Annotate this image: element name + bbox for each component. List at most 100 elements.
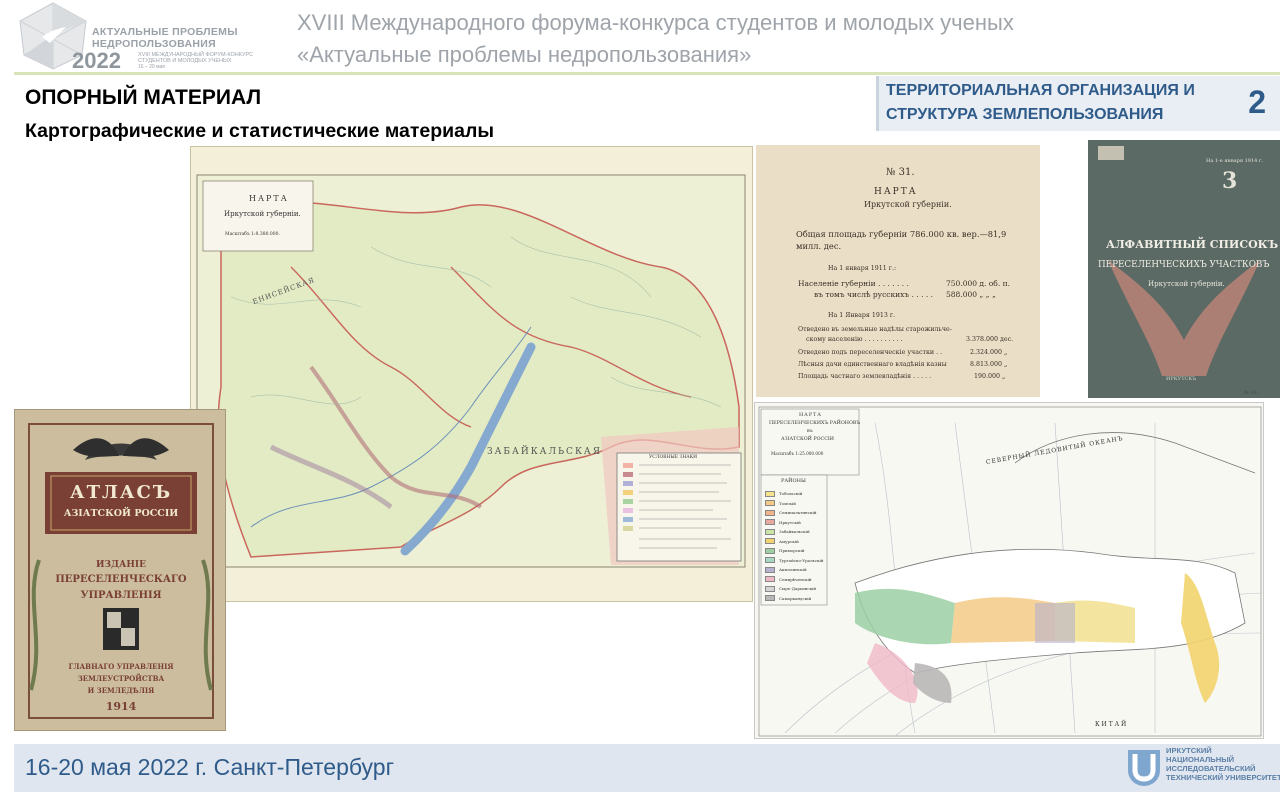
legend-swatch	[765, 509, 775, 516]
stats-area-line2: милл. дес.	[796, 241, 842, 251]
resettlement-legend-item: Тургайско-Уральскій	[765, 556, 825, 565]
university-line-1: ИРКУТСКИЙ	[1166, 746, 1212, 755]
legend-label: Тургайско-Уральскій	[779, 557, 824, 563]
stats-allotted-value: 3.378.000 дес.	[966, 336, 1014, 343]
irkutsk-statistics-card: № 31. НАРТА Иркутской губерніи. Общая пл…	[756, 145, 1040, 397]
legend-swatch	[765, 547, 775, 554]
resettlement-title-line2: ПЕРЕСЕЛЕНЧЕСКИХЪ РАЙОНОВЪ	[769, 421, 861, 426]
legend-swatch	[765, 576, 775, 582]
stats-year-1913: На 1 Января 1913 г.	[828, 312, 896, 319]
resettlement-legend-item: Акмолинскій	[765, 565, 825, 574]
logo-line-1: АКТУАЛЬНЫЕ ПРОБЛЕМЫ	[92, 26, 238, 38]
alphabet-subtitle: Иркутской губерніи.	[1148, 280, 1225, 288]
atlas-dept-line1: ГЛАВНАГО УПРАВЛЕНІЯ	[68, 662, 174, 671]
resettlement-china-label: К И Т А Й	[1095, 721, 1127, 728]
atlas-title-line2: АЗІАТСКОЙ РОССІИ	[63, 508, 179, 519]
page-subtitle: Картографические и статистические матери…	[25, 120, 495, 142]
university-emblem-icon	[1128, 750, 1160, 786]
stats-forest-value: 8.813.000 „	[970, 361, 1008, 368]
atlas-dept-line3: И ЗЕМЛЕДѢЛІЯ	[87, 686, 155, 695]
university-line-4: ТЕХНИЧЕСКИЙ УНИВЕРСИТЕТ	[1166, 773, 1280, 782]
map-legend-name: Иркутской губерніи.	[224, 210, 301, 218]
resettlement-legend-item: Тобольскій	[765, 489, 825, 498]
stats-population-label: Населеніе губерніи . . . . . . .	[798, 279, 909, 288]
alphabet-volume-number: 3	[1222, 168, 1238, 194]
legend-label: Сыръ-Дарьинскій	[779, 586, 817, 591]
forum-logo: АКТУАЛЬНЫЕ ПРОБЛЕМЫ НЕДРОПОЛЬЗОВАНИЯ 202…	[14, 0, 264, 73]
forum-title-line-1: XVIII Международного форума-конкурса сту…	[297, 10, 1014, 35]
alphabet-title-line1: АЛФАВИТНЫЙ СПИСОКЪ	[1106, 238, 1279, 251]
atlas-edition: ИЗДАНІЕ	[96, 560, 146, 570]
stats-private-value: 190.000 „	[974, 373, 1006, 380]
section-title-line-2: СТРУКТУРА ЗЕМЛЕПОЛЬЗОВАНИЯ	[886, 106, 1164, 123]
legend-label: Семипалатинскій	[779, 510, 817, 515]
resettlement-regions-map: НАРТА ПЕРЕСЕЛЕНЧЕСКИХЪ РАЙОНОВЪ въ АЗІАТ…	[754, 402, 1264, 739]
atlas-publisher-line2: УПРАВЛЕНІЯ	[80, 590, 162, 601]
map-legend-box-title: УСЛОВНЫЕ ЗНАКИ	[649, 455, 698, 460]
stats-allotted-label1: Отведено въ земельные надѣлы старожильче…	[798, 326, 952, 333]
legend-label: Самаркандскій	[779, 595, 812, 601]
resettlement-legend-title: РАЙОНЫ	[781, 478, 806, 484]
slide-footer: 16-20 мая 2022 г. Санкт-Петербург ИРКУТС…	[14, 744, 1280, 792]
alphabet-page-mark: № 16	[1244, 390, 1257, 396]
legend-label: Приморскій	[779, 548, 805, 553]
atlas-title-line1: АТЛАСЪ	[69, 482, 173, 503]
irkutsk-governorate-map: НАРТА Иркутской губерніи. Масштабъ 1:8.3…	[190, 146, 753, 602]
resettlement-legend: Тобольскій Томскій Семипалатинскій Иркутскі…	[765, 489, 825, 603]
resettlement-legend-item: Амурскій	[765, 537, 825, 546]
stats-resettled-label: Отведено подъ переселенческіе участки . …	[798, 349, 943, 356]
resettlement-legend-item: Томскій	[765, 499, 825, 508]
event-date-location: 16-20 мая 2022 г. Санкт-Петербург	[25, 754, 394, 780]
map-legend-scale: Масштабъ 1:8.380.000.	[225, 232, 280, 237]
resettlement-map-drawing	[758, 406, 1262, 737]
resettlement-legend-item: Семипалатинскій	[765, 508, 825, 517]
alphabet-title-line2: ПЕРЕСЕЛЕНЧЕСКИХЪ УЧАСТКОВЪ	[1098, 260, 1270, 270]
section-badge-bar	[876, 76, 879, 131]
resettlement-legend-item: Самаркандскій	[765, 594, 825, 603]
slide-number: 2	[1248, 84, 1266, 120]
university-line-2: НАЦИОНАЛЬНЫЙ	[1166, 755, 1235, 764]
legend-label: Тобольскій	[779, 491, 803, 496]
legend-label: Семирѣченскій	[779, 576, 812, 582]
university-logo: ИРКУТСКИЙ НАЦИОНАЛЬНЫЙ ИССЛЕДОВАТЕЛЬСКИЙ…	[1126, 744, 1280, 792]
legend-label: Томскій	[779, 500, 796, 506]
legend-label: Забайкальскій	[779, 529, 810, 534]
stats-population-value: 750.000 д. об. п.	[946, 279, 1010, 288]
resettlement-legend-item: Забайкальскій	[765, 527, 825, 536]
resettlement-legend-item: Иркутскій	[765, 518, 825, 527]
legend-swatch	[765, 557, 775, 563]
legend-swatch	[765, 528, 775, 535]
resettlement-legend-item: Семирѣченскій	[765, 575, 825, 584]
section-badge: ТЕРРИТОРИАЛЬНАЯ ОРГАНИЗАЦИЯ И СТРУКТУРА …	[876, 76, 1280, 131]
resettlement-title-line3: въ	[807, 429, 813, 434]
stats-russians-value: 588.000 „ „ „	[946, 290, 996, 299]
stats-name: Иркутской губерніи.	[864, 200, 952, 209]
resettlement-legend-item: Приморскій	[765, 546, 825, 555]
alphabet-top-note: На 1-е января 1914 г.	[1206, 158, 1264, 164]
legend-label: Акмолинскій	[779, 567, 807, 572]
stats-forest-label: Лѣсныя дачи единственнаго владѣнія казны	[798, 361, 947, 368]
forum-title-line-2: «Актуальные проблемы недропользования»	[297, 42, 752, 67]
legend-swatch	[765, 500, 775, 506]
alphabet-bottom: ИРКУТСКЪ	[1166, 376, 1197, 382]
resettlement-title-line1: НАРТА	[799, 413, 822, 418]
header-divider	[14, 72, 1280, 75]
stats-area-line1: Общая площадь губерніи 786.000 кв. вер.—…	[796, 229, 1007, 239]
section-title-line-1: ТЕРРИТОРИАЛЬНАЯ ОРГАНИЗАЦИЯ И	[886, 82, 1195, 99]
stats-private-label: Площадь частнаго землевладѣнія . . . . .	[798, 373, 932, 380]
atlas-dept-line2: ЗЕМЛЕУСТРОЙСТВА	[77, 674, 165, 683]
university-line-3: ИССЛЕДОВАТЕЛЬСКИЙ	[1166, 764, 1256, 773]
atlas-year: 1914	[105, 700, 137, 713]
legend-swatch	[765, 519, 775, 525]
alphabet-list-cover: На 1-е января 1914 г. 3 АЛФАВИТНЫЙ СПИСО…	[1088, 140, 1280, 398]
map-label-zabaikalskaya: ЗАБАЙКАЛЬСКАЯ	[487, 447, 602, 457]
legend-swatch	[765, 490, 775, 497]
legend-swatch	[765, 566, 775, 573]
stats-number: № 31.	[886, 167, 915, 178]
legend-swatch	[765, 585, 775, 592]
legend-swatch	[765, 595, 775, 601]
logo-sub-3: 16 – 20 мая	[138, 64, 165, 70]
resettlement-scale: Масштабъ 1:25.000.000	[771, 451, 824, 456]
stats-year-1911: На 1 января 1911 г.:	[828, 265, 897, 272]
slide-header: АКТУАЛЬНЫЕ ПРОБЛЕМЫ НЕДРОПОЛЬЗОВАНИЯ 202…	[0, 0, 1280, 76]
